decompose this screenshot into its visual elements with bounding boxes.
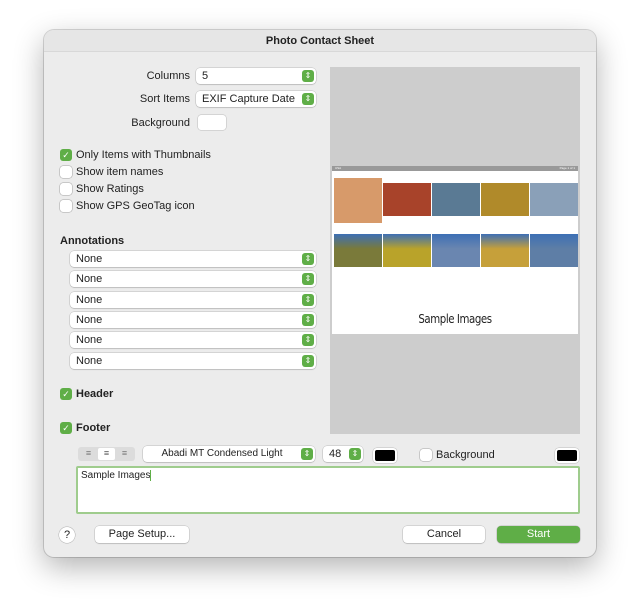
- stepper-icon: ⇕: [302, 273, 314, 286]
- footer-background-checkbox[interactable]: [420, 449, 432, 461]
- show-ratings-label: Show Ratings: [76, 183, 144, 195]
- preview-header-right: Page 1 of 1: [559, 166, 575, 170]
- header-checkbox[interactable]: ✓: [60, 388, 72, 400]
- background-label: Background: [131, 117, 190, 129]
- footer-background-label: Background: [436, 449, 495, 461]
- stepper-icon: ⇕: [302, 70, 314, 82]
- show-geotag-checkbox[interactable]: [60, 200, 72, 212]
- columns-value: 5: [202, 70, 209, 82]
- footer-checkbox[interactable]: ✓: [60, 422, 72, 434]
- text-cursor: [150, 470, 152, 481]
- background-color-well[interactable]: [198, 115, 226, 130]
- preview-thumbnail: [334, 234, 382, 267]
- footer-font-value: Abadi MT Condensed Light: [161, 448, 283, 459]
- footer-label: Footer: [76, 422, 111, 434]
- start-button[interactable]: Start: [497, 526, 580, 543]
- alignment-control: ≡ ≡ ≡: [78, 447, 135, 461]
- preview-header-left: USA: [335, 166, 342, 170]
- preview-page: USA Page 1 of 1 Sample Images: [332, 166, 578, 334]
- sort-value: EXIF Capture Date: [202, 93, 295, 105]
- show-geotag-label: Show GPS GeoTag icon: [76, 200, 195, 212]
- show-item-names-label: Show item names: [76, 166, 164, 178]
- stepper-icon: ⇕: [302, 313, 314, 326]
- show-ratings-checkbox[interactable]: [60, 183, 72, 195]
- preview-thumbnail: [481, 183, 529, 216]
- sort-select[interactable]: EXIF Capture Date ⇕: [196, 91, 316, 107]
- preview-footer-text: Sample Images: [418, 312, 492, 326]
- preview-thumbnail: [530, 234, 578, 267]
- preview-thumbnail: [432, 234, 480, 267]
- sort-label: Sort Items: [139, 93, 190, 105]
- columns-label: Columns: [146, 70, 190, 82]
- annotation-select[interactable]: None ⇕: [70, 291, 316, 308]
- annotation-value: None: [76, 253, 103, 265]
- photo-contact-sheet-dialog: Photo Contact Sheet Columns 5 ⇕ Sort Item…: [44, 30, 596, 557]
- stepper-icon: ⇕: [302, 253, 314, 265]
- header-label: Header: [76, 388, 114, 400]
- annotation-value: None: [76, 354, 103, 367]
- only-thumbnails-label: Only Items with Thumbnails: [76, 149, 211, 161]
- annotation-value: None: [76, 273, 103, 286]
- stepper-icon: ⇕: [349, 448, 361, 460]
- stepper-icon: ⇕: [302, 354, 314, 367]
- annotation-select[interactable]: None ⇕: [70, 332, 316, 349]
- annotation-value: None: [76, 334, 103, 347]
- annotation-select[interactable]: None ⇕: [70, 311, 316, 328]
- align-center-icon[interactable]: ≡: [98, 448, 115, 460]
- show-item-names-checkbox[interactable]: [60, 166, 72, 178]
- stepper-icon: ⇕: [302, 93, 314, 105]
- align-right-icon[interactable]: ≡: [116, 448, 133, 460]
- footer-font-select[interactable]: Abadi MT Condensed Light ⇕: [143, 446, 315, 462]
- preview-area: USA Page 1 of 1 Sample Images: [330, 67, 580, 434]
- help-button[interactable]: ?: [59, 527, 75, 543]
- preview-thumbnail: [481, 234, 529, 267]
- annotations-label: Annotations: [60, 235, 125, 247]
- preview-thumbnail: [334, 178, 382, 223]
- preview-thumbnail: [530, 183, 578, 216]
- annotation-value: None: [76, 313, 103, 326]
- stepper-icon: ⇕: [301, 448, 313, 460]
- stepper-icon: ⇕: [302, 334, 314, 347]
- preview-header-bar: USA Page 1 of 1: [332, 166, 578, 171]
- preview-thumbnail: [383, 234, 431, 267]
- annotation-select[interactable]: None ⇕: [70, 352, 316, 369]
- columns-select[interactable]: 5 ⇕: [196, 68, 316, 84]
- annotation-value: None: [76, 293, 103, 306]
- footer-text-value: Sample Images: [81, 470, 151, 481]
- preview-thumbnail: [383, 183, 431, 216]
- footer-size-select[interactable]: 48 ⇕: [323, 446, 363, 462]
- annotation-select[interactable]: None ⇕: [70, 251, 316, 267]
- window-title: Photo Contact Sheet: [44, 30, 596, 52]
- footer-background-color-well[interactable]: [557, 450, 577, 461]
- only-thumbnails-checkbox[interactable]: ✓: [60, 149, 72, 161]
- stepper-icon: ⇕: [302, 293, 314, 306]
- footer-text-color-well[interactable]: [375, 450, 395, 461]
- cancel-button[interactable]: Cancel: [403, 526, 485, 543]
- annotation-select[interactable]: None ⇕: [70, 271, 316, 288]
- footer-text-input[interactable]: Sample Images: [76, 466, 580, 514]
- page-setup-button[interactable]: Page Setup...: [95, 526, 189, 543]
- footer-size-value: 48: [329, 448, 342, 460]
- preview-thumbnail: [432, 183, 480, 216]
- align-left-icon[interactable]: ≡: [80, 448, 97, 460]
